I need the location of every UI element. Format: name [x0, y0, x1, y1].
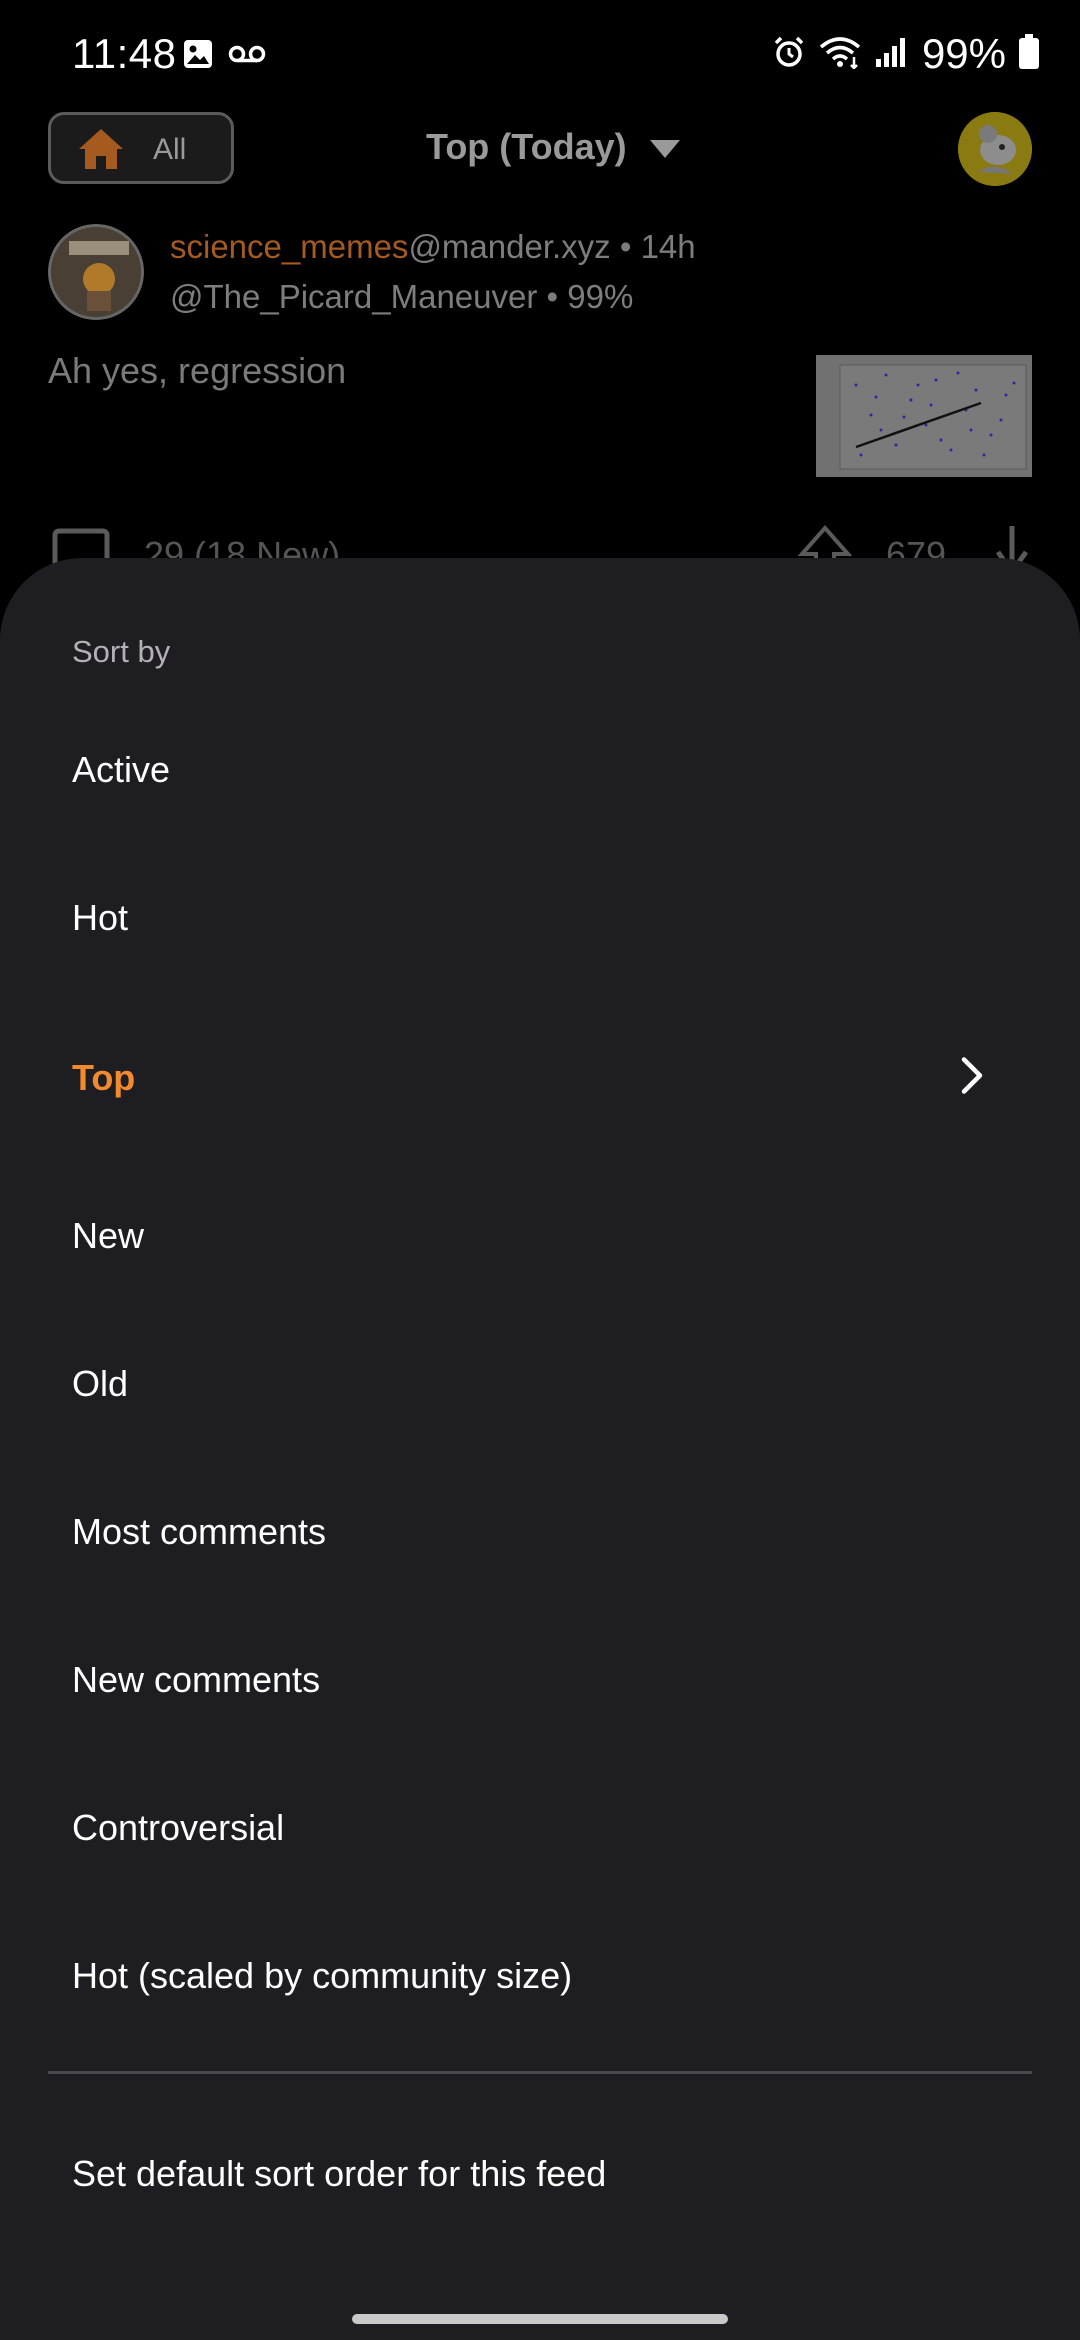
post-title[interactable]: Ah yes, regression — [48, 350, 346, 392]
sort-option-old[interactable]: Old — [0, 1314, 1080, 1454]
gesture-nav-handle[interactable] — [352, 2314, 728, 2324]
user-avatar[interactable] — [958, 112, 1032, 186]
sort-option-label: Top — [72, 1057, 136, 1098]
post-age: 14h — [640, 228, 696, 265]
sort-option-label: Most comments — [72, 1511, 327, 1552]
sort-title[interactable]: Top (Today) — [426, 126, 627, 168]
sort-option-label: Controversial — [72, 1807, 285, 1848]
battery-icon — [1018, 33, 1040, 75]
status-bar: 11:48 99% — [0, 0, 1080, 110]
sort-option-label: New comments — [72, 1659, 321, 1700]
community-instance: @mander.xyz — [408, 228, 611, 265]
meta-separator: • — [537, 278, 568, 315]
community-avatar[interactable] — [48, 224, 144, 320]
sort-option-new-comments[interactable]: New comments — [0, 1610, 1080, 1750]
status-time: 11:48 — [72, 30, 177, 77]
home-icon — [77, 127, 125, 176]
sort-option-most-comments[interactable]: Most comments — [0, 1462, 1080, 1602]
sort-option-label: New — [72, 1215, 145, 1256]
battery-percent: 99% — [921, 30, 1006, 77]
gallery-icon — [182, 38, 214, 75]
app-header: All Top (Today) — [0, 110, 1080, 220]
alarm-icon — [772, 35, 806, 74]
sort-option-top[interactable]: Top — [0, 1008, 1080, 1148]
community-name[interactable]: science_memes — [170, 228, 408, 265]
sort-option-label: Hot (scaled by community size) — [72, 1955, 573, 1996]
sort-option-label: Old — [72, 1363, 129, 1404]
post-author[interactable]: @The_Picard_Maneuver — [170, 278, 537, 315]
signal-icon — [874, 35, 910, 74]
post-thumbnail[interactable] — [816, 355, 1032, 477]
sort-option-hot[interactable]: Hot — [0, 848, 1080, 988]
sheet-title: Sort by — [72, 634, 171, 669]
chevron-right-icon — [958, 1056, 986, 1101]
sort-option-label: Hot — [72, 897, 129, 938]
upvote-ratio: 99% — [567, 278, 634, 315]
wifi-icon — [818, 35, 862, 74]
sort-option-scaled[interactable]: Hot (scaled by community size) — [0, 1906, 1080, 2046]
sort-option-new[interactable]: New — [0, 1166, 1080, 1306]
meta-separator: • — [610, 228, 641, 265]
sort-option-controversial[interactable]: Controversial — [0, 1758, 1080, 1898]
sort-bottom-sheet: Sort by Active Hot Top New Old Most comm… — [0, 558, 1080, 2340]
divider — [48, 2071, 1032, 2074]
set-default-sort-button[interactable]: Set default sort order for this feed — [0, 2104, 1080, 2244]
feed-selector-button[interactable]: All — [48, 112, 234, 184]
set-default-sort-label: Set default sort order for this feed — [72, 2153, 607, 2194]
voicemail-icon — [228, 43, 266, 70]
dropdown-caret-icon[interactable] — [650, 140, 680, 163]
feed-label: All — [153, 133, 187, 166]
sort-option-label: Active — [72, 749, 171, 790]
sort-option-active[interactable]: Active — [0, 700, 1080, 840]
